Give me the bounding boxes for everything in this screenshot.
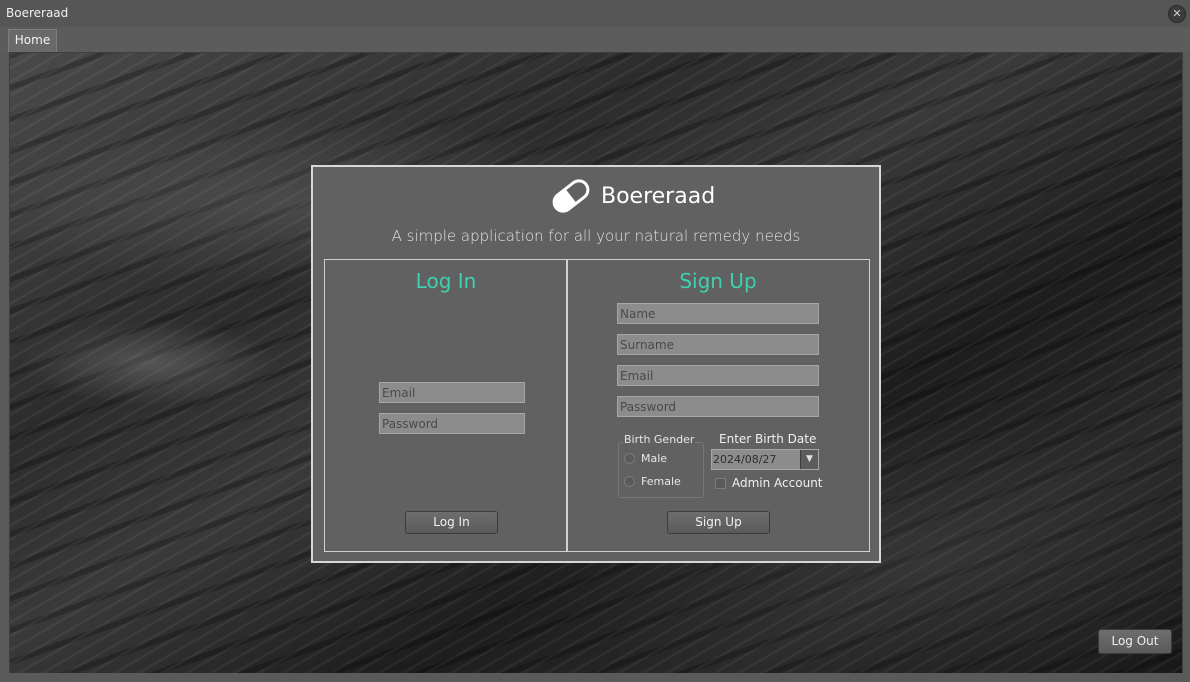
home-content: Boereraad A simple application for all y… [9,52,1183,674]
gender-option-female[interactable]: Female [624,475,681,488]
admin-account-checkbox[interactable]: Admin Account [715,476,823,490]
birth-date-picker[interactable]: 2024/08/27 ▼ [711,449,819,470]
chevron-down-icon[interactable]: ▼ [800,450,818,469]
radio-female[interactable] [624,476,635,487]
tab-bar: Home [0,27,1190,52]
logout-button[interactable]: Log Out [1098,629,1172,654]
login-button[interactable]: Log In [405,511,498,534]
login-heading: Log In [415,269,477,293]
signup-heading: Sign Up [679,269,757,293]
app-tagline: A simple application for all your natura… [391,227,801,245]
checkbox-admin[interactable] [715,477,726,489]
tab-home[interactable]: Home [8,29,57,52]
signup-name-input[interactable] [617,303,819,324]
login-panel: Log In Log In [324,259,568,552]
radio-male[interactable] [624,453,635,464]
gender-label: Birth Gender [623,433,696,446]
birth-date-label: Enter Birth Date [719,432,817,446]
birth-date-value: 2024/08/27 [713,453,777,466]
radio-male-label: Male [641,452,668,465]
radio-female-label: Female [641,475,681,488]
signup-button[interactable]: Sign Up [667,511,770,534]
bottom-border [0,673,1190,682]
auth-card: Boereraad A simple application for all y… [311,165,881,563]
app-name: Boereraad [601,183,716,209]
signup-email-input[interactable] [617,365,819,386]
close-icon[interactable]: ✕ [1168,5,1186,23]
gender-group [618,442,704,498]
brand-header: Boereraad [549,175,715,217]
window-title: Boereraad [6,6,69,20]
gender-option-male[interactable]: Male [624,452,667,465]
signup-password-input[interactable] [617,396,819,417]
login-password-input[interactable] [379,413,525,434]
signup-surname-input[interactable] [617,334,819,355]
capsule-pill-icon [552,179,590,213]
login-email-input[interactable] [379,382,525,403]
title-bar: Boereraad ✕ [0,0,1190,28]
admin-account-label: Admin Account [732,476,823,490]
signup-panel: Sign Up Birth Gender Male Female Enter B… [566,259,870,552]
